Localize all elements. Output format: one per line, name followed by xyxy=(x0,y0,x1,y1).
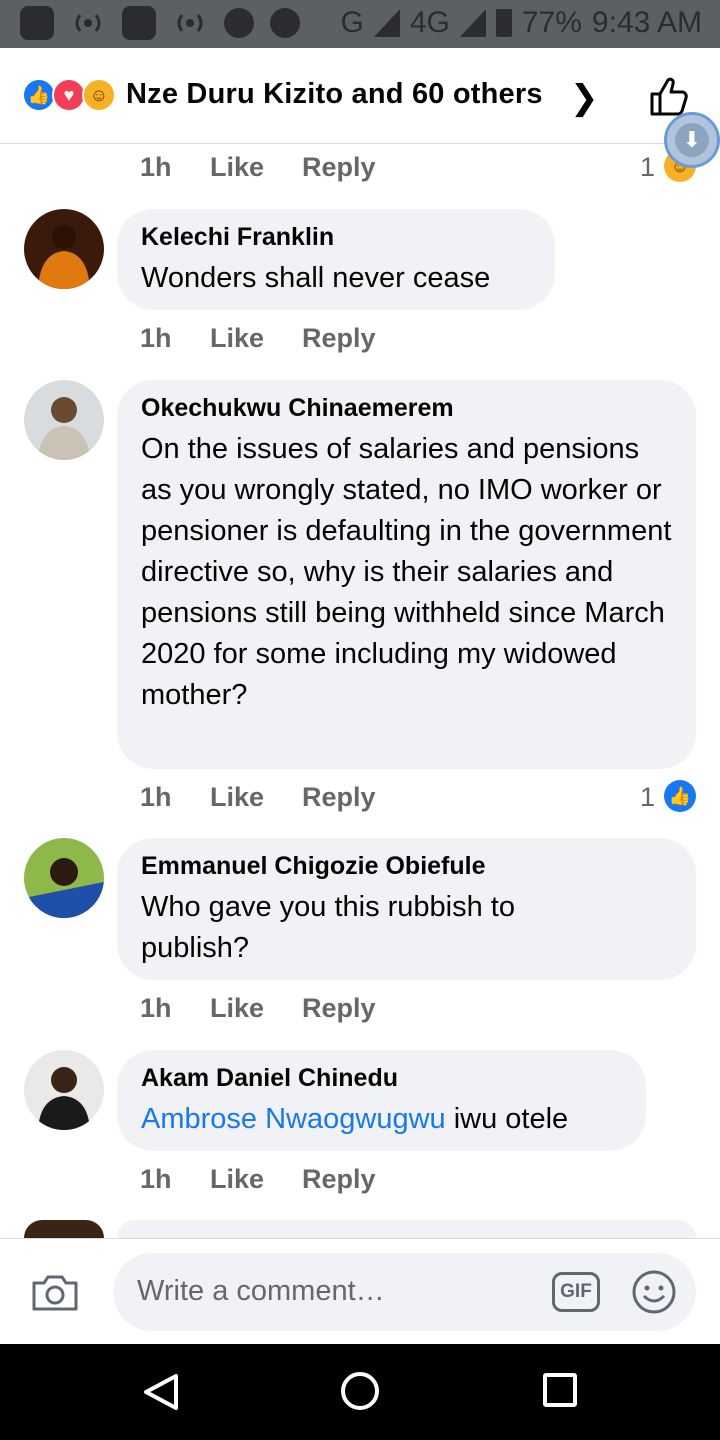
reaction-summary[interactable]: 👍 ♥ ☺ xyxy=(22,78,116,112)
love-icon: ♥ xyxy=(52,78,86,112)
comment-text-rest: iwu otele xyxy=(445,1103,569,1135)
comment-time: 1h xyxy=(140,1164,172,1194)
reply-link[interactable]: Reply xyxy=(302,993,376,1024)
comment-text: Ambrose Nwaogwugwu iwu otele xyxy=(141,1099,622,1140)
status-bar: G 4G 77% 9:43 AM xyxy=(0,0,720,48)
app-notification-icon xyxy=(224,8,254,38)
chat-notification-icon xyxy=(20,6,54,40)
comment-placeholder[interactable]: Write a comment… xyxy=(137,1275,385,1308)
comment-bubble[interactable]: Akam Daniel Chinedu Ambrose Nwaogwugwu i… xyxy=(117,1050,646,1151)
like-reaction-icon: 👍 xyxy=(664,780,696,812)
like-link[interactable]: Like xyxy=(210,993,302,1024)
reply-link[interactable]: Reply xyxy=(302,782,376,813)
broadcast-icon xyxy=(70,8,106,38)
avatar-partial xyxy=(24,1220,104,1238)
reactions-header[interactable]: 👍 ♥ ☺ Nze Duru Kizito and 60 others ❯ xyxy=(0,48,720,144)
download-arrow-icon: ⬇ xyxy=(675,123,709,157)
recent-apps-icon[interactable] xyxy=(543,1373,577,1407)
comment-bubble[interactable]: Emmanuel Chigozie Obiefule Who gave you … xyxy=(117,838,696,980)
battery-icon xyxy=(495,9,512,37)
comment-meta: 1h Like Reply xyxy=(140,782,376,813)
like-icon: 👍 xyxy=(22,78,56,112)
like-link[interactable]: Like xyxy=(210,323,302,354)
comment-text: On the issues of salaries and pensions a… xyxy=(141,433,672,711)
emoji-icon[interactable] xyxy=(631,1269,677,1315)
reaction-count[interactable]: 1 xyxy=(640,152,655,183)
reply-link[interactable]: Reply xyxy=(302,323,376,354)
home-icon[interactable] xyxy=(341,1372,379,1410)
comment-meta: 1h Like Reply xyxy=(140,323,376,354)
haha-icon: ☺ xyxy=(82,78,116,112)
comment-time: 1h xyxy=(140,782,172,812)
signal-icon-2 xyxy=(459,9,486,37)
comment-author[interactable]: Kelechi Franklin xyxy=(141,223,531,252)
like-link[interactable]: Like xyxy=(210,782,302,813)
camera-icon[interactable] xyxy=(30,1273,80,1313)
facebook-notification-icon xyxy=(122,6,156,40)
battery-percent: 77% xyxy=(521,6,582,39)
avatar[interactable] xyxy=(24,380,104,460)
comment-meta: 1h Like Reply xyxy=(140,993,376,1024)
comment-meta: 1h Like Reply xyxy=(140,1164,376,1195)
like-link[interactable]: Like xyxy=(210,152,302,183)
comment-time: 1h xyxy=(140,152,172,182)
avatar[interactable] xyxy=(24,838,104,918)
reply-link[interactable]: Reply xyxy=(302,152,376,183)
comment-author[interactable]: Emmanuel Chigozie Obiefule xyxy=(141,852,672,881)
comment-input[interactable]: Write a comment… GIF xyxy=(113,1253,696,1331)
reactors-title[interactable]: Nze Duru Kizito and 60 others xyxy=(126,78,543,111)
avatar[interactable] xyxy=(24,1050,104,1130)
download-float-button[interactable]: ⬇ xyxy=(664,112,720,168)
comment-bubble[interactable]: Kelechi Franklin Wonders shall never cea… xyxy=(117,209,555,310)
comment-author[interactable]: Okechukwu Chinaemerem xyxy=(141,394,672,423)
comment-author[interactable]: Akam Daniel Chinedu xyxy=(141,1064,622,1093)
network-4g-label: 4G xyxy=(409,6,450,39)
comment-time: 1h xyxy=(140,993,172,1023)
gif-button[interactable]: GIF xyxy=(552,1272,600,1312)
back-icon[interactable] xyxy=(142,1372,180,1412)
system-nav-bar xyxy=(0,1344,720,1440)
network-label: G xyxy=(340,6,364,39)
comment-meta-0: 1h Like Reply xyxy=(140,152,376,183)
comment-composer: Write a comment… GIF xyxy=(0,1238,720,1344)
app-notification-icon-2 xyxy=(270,8,300,38)
clock: 9:43 AM xyxy=(591,6,702,39)
comment-time: 1h xyxy=(140,323,172,353)
signal-icon xyxy=(373,9,400,37)
like-link[interactable]: Like xyxy=(210,1164,302,1195)
broadcast-icon-2 xyxy=(172,8,208,38)
comment-text: Who gave you this rubbish to publish? xyxy=(141,891,515,964)
comment-bubble[interactable]: Okechukwu Chinaemerem On the issues of s… xyxy=(117,380,696,769)
reply-link[interactable]: Reply xyxy=(302,1164,376,1195)
comment-bubble-partial xyxy=(117,1220,696,1238)
chevron-right-icon[interactable]: ❯ xyxy=(570,78,599,118)
comment-text: Wonders shall never cease xyxy=(141,262,491,294)
avatar[interactable] xyxy=(24,209,104,289)
mention-link[interactable]: Ambrose Nwaogwugwu xyxy=(141,1103,446,1135)
reaction-count[interactable]: 1 xyxy=(640,782,655,813)
